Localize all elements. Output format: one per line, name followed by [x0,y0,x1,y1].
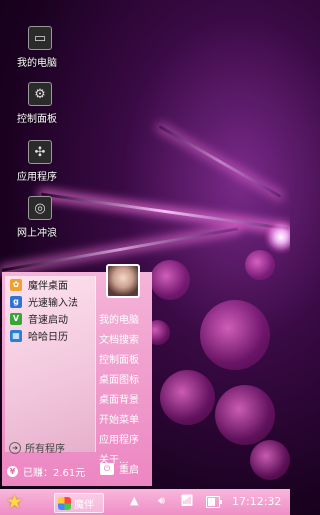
all-programs-button[interactable]: ➜ 所有程序 [9,440,65,455]
taskbar-app-label: 魔伴 [74,499,94,511]
link-applications[interactable]: 应用程序 [99,432,149,452]
desktop-icon-label: 控制面板 [17,114,57,125]
start-menu-footer: ¥ 已赚：2.61元 ⏻ 重启 [2,456,152,484]
battery-fill [208,498,215,506]
desktop-icon-control-panel[interactable]: ⚙ 控制面板 [12,82,68,125]
avatar[interactable] [106,264,140,298]
volume-icon[interactable]: 🔊︎ [158,494,165,508]
desktop-icon-label: 我的电脑 [17,58,57,69]
pinwheel-icon [58,496,71,510]
calendar-icon: ▦ [10,329,22,342]
start-menu: ✿ 魔伴桌面 g 光速输入法 V 音速启动 ▦ 哈哈日历 ➜ 所有程序 我的电脑… [2,264,152,486]
link-start-menu[interactable]: 开始菜单 [99,412,149,432]
start-menu-pinned-list: ✿ 魔伴桌面 g 光速输入法 V 音速启动 ▦ 哈哈日历 ➜ 所有程序 [5,276,96,455]
start-menu-item-label: 音速启动 [28,315,68,326]
link-document-search[interactable]: 文档搜索 [99,332,149,352]
start-menu-item-label: 魔伴桌面 [28,281,68,292]
coin-icon: ¥ [7,466,18,477]
tray-expand-icon[interactable]: ▲ [130,494,138,507]
clock[interactable]: 17:12:32 [232,495,281,508]
link-desktop-icons[interactable]: 桌面图标 [99,372,149,392]
desktop-icon-web-surfing[interactable]: ◎ 网上冲浪 [12,196,68,239]
start-menu-item-quick-launch[interactable]: V 音速启动 [5,310,95,327]
link-desktop-background[interactable]: 桌面背景 [99,392,149,412]
computer-icon: ▭ [28,26,52,50]
start-menu-item-calendar[interactable]: ▦ 哈哈日历 [5,327,95,344]
start-menu-item-label: 光速输入法 [28,298,78,309]
all-programs-label: 所有程序 [25,444,65,455]
arrow-right-icon: ➜ [9,441,21,454]
link-my-computer[interactable]: 我的电脑 [99,312,149,332]
start-menu-item-input-method[interactable]: g 光速输入法 [5,293,95,310]
start-menu-item-label: 哈哈日历 [28,332,68,343]
restart-button[interactable]: ⏻ 重启 [100,461,139,476]
g-logo-icon: g [10,295,22,308]
apps-icon: ✣ [28,140,52,164]
desktop-icon-applications[interactable]: ✣ 应用程序 [12,140,68,183]
restart-label: 重启 [119,465,139,476]
earnings-text: 已赚：2.61元 [23,468,86,479]
earnings-display[interactable]: ¥ 已赚：2.61元 [7,464,85,479]
start-menu-links: 我的电脑 文档搜索 控制面板 桌面图标 桌面背景 开始菜单 应用程序 关于... [99,312,149,472]
desktop-icon-label: 应用程序 [17,172,57,183]
v-logo-icon: V [10,312,22,325]
start-star-icon[interactable]: ★ [6,491,23,513]
wifi-icon[interactable]: 📶︎ [180,494,194,507]
globe-icon: ◎ [28,196,52,220]
desktop-icon-my-computer[interactable]: ▭ 我的电脑 [12,26,68,69]
pinwheel-icon: ✿ [10,278,22,291]
desktop-icon-label: 网上冲浪 [17,228,57,239]
link-control-panel[interactable]: 控制面板 [99,352,149,372]
gear-icon: ⚙ [28,82,52,106]
start-menu-item-mobanzhuomian[interactable]: ✿ 魔伴桌面 [5,276,95,293]
battery-icon[interactable] [206,496,222,508]
taskbar-app-moban[interactable]: 魔伴 [54,493,104,513]
taskbar: ★ 魔伴 ▲ 🔊︎ 📶︎ 17:12:32 [0,489,290,515]
power-icon: ⏻ [100,462,114,475]
